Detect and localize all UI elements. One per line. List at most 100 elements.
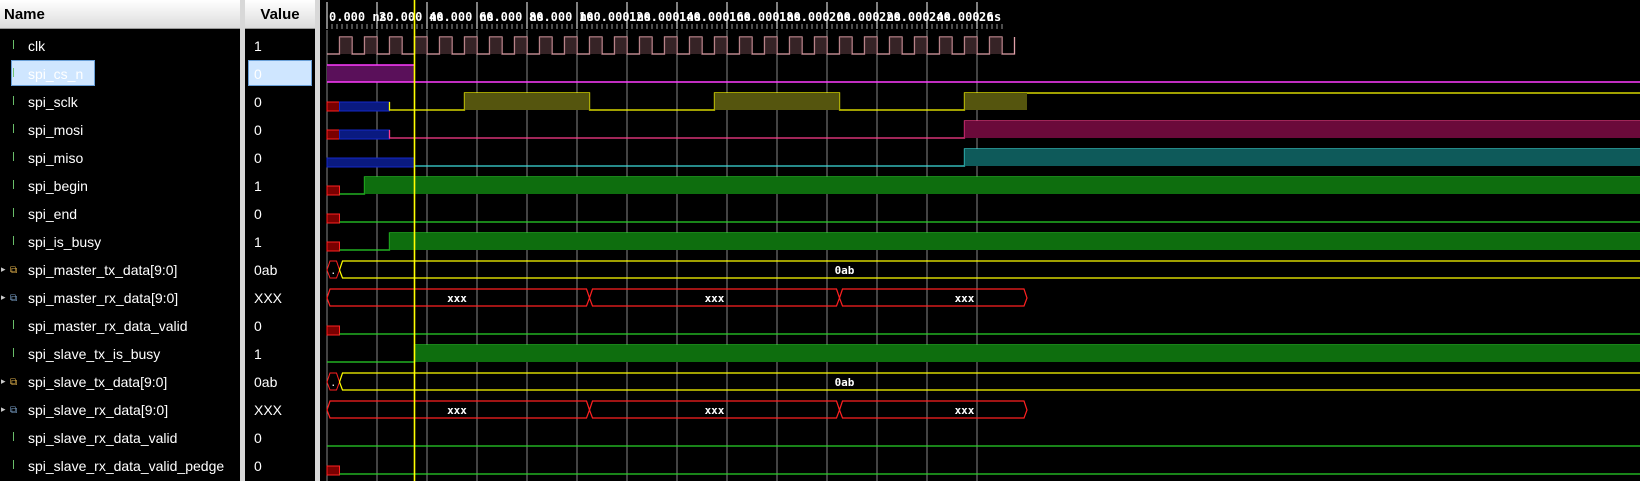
signal-name: spi_is_busy (28, 234, 102, 250)
bus-value-label: 0ab (835, 376, 855, 389)
scalar-signal-icon: ꟾ (12, 41, 15, 52)
clk-pulse (889, 37, 902, 54)
signal-row-spi-begin[interactable]: ꟾ spi_begin (0, 172, 240, 200)
signal-row-spi-master-rx-data-valid[interactable]: ꟾ spi_master_rx_data_valid (0, 312, 240, 340)
bus-value-label: xxx (447, 292, 467, 305)
signal-value[interactable]: 0 (254, 312, 262, 340)
clk-pulse (414, 37, 427, 54)
x-state-block (326, 241, 340, 252)
clk-pulse (939, 37, 952, 54)
bus-value-label: xxx (705, 292, 725, 305)
clk-pulse (514, 37, 527, 54)
clk-pulse (489, 37, 502, 54)
signal-name: spi_master_rx_data_valid (28, 318, 188, 334)
signal-value[interactable]: 0 (254, 144, 262, 172)
signal-name: spi_slave_tx_is_busy (28, 346, 161, 362)
signal-name: spi_mosi (28, 122, 84, 138)
signal-name: spi_sclk (28, 94, 78, 110)
x-state-block (326, 129, 340, 140)
signal-row-spi-slave-tx-is-busy[interactable]: ꟾ spi_slave_tx_is_busy (0, 340, 240, 368)
clk-pulse (364, 37, 377, 54)
signal-name: spi_slave_rx_data[9:0] (28, 402, 169, 418)
bus-signal-icon: ⧉ (10, 265, 18, 276)
signal-row-spi-sclk[interactable]: ꟾ spi_sclk (0, 88, 240, 116)
signal-name: spi_slave_rx_data_valid_pedge (28, 458, 225, 474)
z-state-block (339, 101, 390, 112)
bus-value-label: 0ab (835, 264, 855, 277)
signal-value[interactable]: 0 (254, 88, 262, 116)
signal-value[interactable]: 1 (254, 340, 262, 368)
bus-signal-icon: ⧉ (10, 405, 18, 416)
scalar-signal-icon: ꟾ (12, 461, 15, 472)
clk-pulse (539, 37, 552, 54)
expand-arrow-icon[interactable]: ▸ (1, 396, 6, 424)
signal-row-clk[interactable]: ꟾ clk (0, 32, 240, 60)
signal-value[interactable]: 0ab (254, 368, 277, 396)
signal-row-spi-master-tx-data[interactable]: ▸ ⧉ spi_master_tx_data[9:0] (0, 256, 240, 284)
signal-name: clk (28, 38, 46, 54)
signal-value[interactable]: 1 (254, 228, 262, 256)
x-state-block (326, 101, 340, 112)
signal-row-spi-mosi[interactable]: ꟾ spi_mosi (0, 116, 240, 144)
waveform-canvas[interactable]: 0.000 ns20.000 ns40.000 ns60.000 ns80.00… (320, 0, 1640, 481)
expand-arrow-icon[interactable]: ▸ (1, 256, 6, 284)
signal-row-spi-slave-rx-data[interactable]: ▸ ⧉ spi_slave_rx_data[9:0] (0, 396, 240, 424)
name-column-header[interactable]: Name (0, 0, 240, 29)
x-state-block (326, 325, 340, 336)
signal-value[interactable]: 0 (254, 424, 262, 452)
signal-value[interactable]: 1 (254, 172, 262, 200)
signal-row-spi-miso[interactable]: ꟾ spi_miso (0, 144, 240, 172)
signal-value[interactable]: 0ab (254, 256, 277, 284)
expand-arrow-icon[interactable]: ▸ (1, 368, 6, 396)
signal-value[interactable]: 1 (254, 32, 262, 60)
signal-name: spi_begin (28, 178, 88, 194)
signal-value[interactable]: 0 (254, 200, 262, 228)
signal-row-spi-is-busy[interactable]: ꟾ spi_is_busy (0, 228, 240, 256)
bus-value-label: . (330, 378, 336, 389)
clk-pulse (914, 37, 927, 54)
signal-value[interactable]: XXX (254, 284, 282, 312)
bus-segment (338, 260, 1640, 279)
signal-row-spi-end[interactable]: ꟾ spi_end (0, 200, 240, 228)
slave-busy-high-fill (414, 345, 1640, 362)
busy-high-fill (389, 233, 1640, 250)
scalar-signal-icon: ꟾ (12, 125, 15, 136)
signal-value[interactable]: 0 (254, 60, 262, 88)
signal-row-spi-slave-tx-data[interactable]: ▸ ⧉ spi_slave_tx_data[9:0] (0, 368, 240, 396)
clk-pulse (614, 37, 627, 54)
clk-pulse (814, 37, 827, 54)
x-state-block (326, 185, 340, 196)
signal-row-spi-slave-rx-data-valid[interactable]: ꟾ spi_slave_rx_data_valid (0, 424, 240, 452)
signal-name: spi_master_rx_data[9:0] (28, 290, 179, 306)
clk-pulse (864, 37, 877, 54)
clk-pulse (439, 37, 452, 54)
signal-row-spi-slave-rx-data-valid-pedge[interactable]: ꟾ spi_slave_rx_data_valid_pedge (0, 452, 240, 480)
bus-value-label: xxx (705, 404, 725, 417)
signal-value[interactable]: 0 (254, 116, 262, 144)
value-column-header[interactable]: Value (245, 0, 315, 29)
bus-value-label: xxx (955, 292, 975, 305)
x-state-block (326, 465, 340, 476)
cs-undefined-region (327, 65, 415, 82)
signal-name: spi_slave_tx_data[9:0] (28, 374, 168, 390)
bus-x-segment (838, 288, 1028, 307)
bus-signal-icon: ⧉ (10, 293, 18, 304)
scalar-signal-icon: ꟾ (12, 237, 15, 248)
expand-arrow-icon[interactable]: ▸ (1, 284, 6, 312)
cs-waveform (327, 64, 1640, 83)
ruler-tick-label: 26 (979, 10, 993, 24)
z-state-block (339, 129, 390, 140)
miso-high-fill (964, 149, 1640, 166)
signal-value[interactable]: XXX (254, 396, 282, 424)
signal-name: spi_miso (28, 150, 84, 166)
clk-pulse (964, 37, 977, 54)
signal-value[interactable]: 0 (254, 452, 262, 480)
clk-pulse (464, 37, 477, 54)
signal-row-spi-cs-n[interactable]: ꟾ spi_cs_n (0, 60, 240, 88)
clk-pulse (639, 37, 652, 54)
scalar-signal-icon: ꟾ (12, 349, 15, 360)
sclk-high-fill (464, 93, 590, 110)
scalar-signal-icon: ꟾ (12, 433, 15, 444)
signal-row-spi-master-rx-data[interactable]: ▸ ⧉ spi_master_rx_data[9:0] (0, 284, 240, 312)
sclk-high-fill (964, 93, 1027, 110)
